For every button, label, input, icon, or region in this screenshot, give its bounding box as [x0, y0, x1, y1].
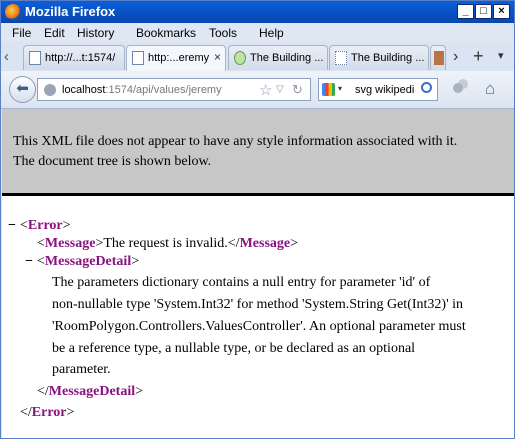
menu-help[interactable]: Help — [259, 26, 284, 40]
tab-label: The Building ... — [250, 52, 324, 64]
messagedetail-open-tag: <MessageDetail> — [37, 254, 140, 269]
address-bar[interactable]: localhost:1574/api/values/jeremy ☆ ▽ ↻ — [37, 78, 311, 101]
reload-icon[interactable]: ↻ — [292, 82, 303, 98]
navigation-bar: ⬅ localhost:1574/api/values/jeremy ☆ ▽ ↻… — [1, 71, 514, 109]
bookmark-star-icon[interactable]: ☆ — [259, 81, 272, 99]
page-icon — [29, 51, 41, 65]
search-magnifier-icon[interactable] — [421, 82, 432, 93]
tab-bar: ‹ http://...t:1574/ http:...eremy × The … — [1, 42, 514, 72]
detail-line: parameter. — [52, 362, 111, 377]
collapse-toggle-error[interactable]: − — [8, 218, 16, 234]
close-window-button[interactable]: × — [493, 4, 510, 19]
back-button[interactable]: ⬅ — [9, 76, 36, 103]
menu-tools[interactable]: Tools — [209, 26, 237, 40]
tab-scroll-left-icon[interactable]: ‹ — [4, 48, 9, 65]
globe-icon — [44, 84, 56, 96]
maximize-button[interactable]: □ — [475, 4, 492, 19]
tab-5[interactable] — [430, 45, 446, 70]
tab-label: http://...t:1574/ — [45, 52, 116, 64]
tab-label: http:...eremy — [148, 52, 210, 64]
error-open-tag: <Error> — [20, 218, 71, 233]
tab-label: The Building ... — [351, 52, 425, 64]
xml-info-banner: This XML file does not appear to have an… — [2, 109, 514, 196]
page-icon — [335, 51, 347, 65]
menu-bookmarks[interactable]: Bookmarks — [136, 26, 196, 40]
tab-3[interactable]: The Building ... — [228, 45, 328, 70]
collapse-toggle-messagedetail[interactable]: − — [25, 254, 33, 270]
firefox-window: Mozilla Firefox _ □ × File Edit History … — [0, 0, 515, 439]
detail-line: 'RoomPolygon.Controllers.ValuesControlle… — [52, 319, 466, 334]
menu-history[interactable]: History — [77, 26, 114, 40]
avatar-icon — [434, 51, 444, 65]
detail-line: non-nullable type 'System.Int32' for met… — [52, 297, 463, 312]
list-all-tabs-icon[interactable]: ▾ — [498, 49, 504, 62]
detail-line: be a reference type, a nullable type, or… — [52, 341, 416, 356]
home-icon[interactable]: ⌂ — [485, 79, 495, 99]
history-dropdown-icon[interactable]: ▽ — [276, 84, 284, 95]
detail-line: The parameters dictionary contains a nul… — [52, 275, 431, 290]
title-bar: Mozilla Firefox _ □ × — [1, 1, 514, 23]
tab-1[interactable]: http://...t:1574/ — [23, 45, 125, 70]
page-content: This XML file does not appear to have an… — [2, 109, 514, 438]
minimize-button[interactable]: _ — [457, 4, 474, 19]
search-input[interactable]: svg wikipedi — [355, 84, 414, 96]
menu-bar: File Edit History Bookmarks Tools Help — [1, 23, 514, 42]
info-line-1: This XML file does not appear to have an… — [13, 134, 458, 149]
tab-4[interactable]: The Building ... — [329, 45, 429, 70]
firefox-logo-icon — [5, 4, 21, 20]
search-engine-dropdown-icon[interactable]: ▾ — [338, 84, 342, 93]
page-icon — [132, 51, 144, 65]
info-line-2: The document tree is shown below. — [13, 154, 212, 169]
new-tab-button[interactable]: + — [473, 46, 484, 67]
menu-file[interactable]: File — [12, 26, 31, 40]
error-close-tag: </Error> — [20, 405, 75, 420]
messagedetail-close-tag: </MessageDetail> — [37, 384, 144, 399]
menu-edit[interactable]: Edit — [44, 26, 65, 40]
message-text: The request is invalid. — [103, 236, 228, 251]
google-icon[interactable] — [322, 83, 335, 96]
window-title: Mozilla Firefox — [25, 4, 116, 19]
message-element: <Message>The request is invalid.</Messag… — [37, 236, 299, 251]
tab-scroll-right-icon[interactable]: › — [453, 48, 458, 66]
url-text: localhost:1574/api/values/jeremy — [62, 84, 222, 96]
speech-bubble-icon — [234, 51, 246, 65]
search-box[interactable]: ▾ svg wikipedi — [318, 78, 438, 101]
close-tab-icon[interactable]: × — [214, 50, 221, 64]
addon-icon[interactable] — [453, 83, 463, 93]
tab-2-active[interactable]: http:...eremy × — [126, 45, 226, 72]
